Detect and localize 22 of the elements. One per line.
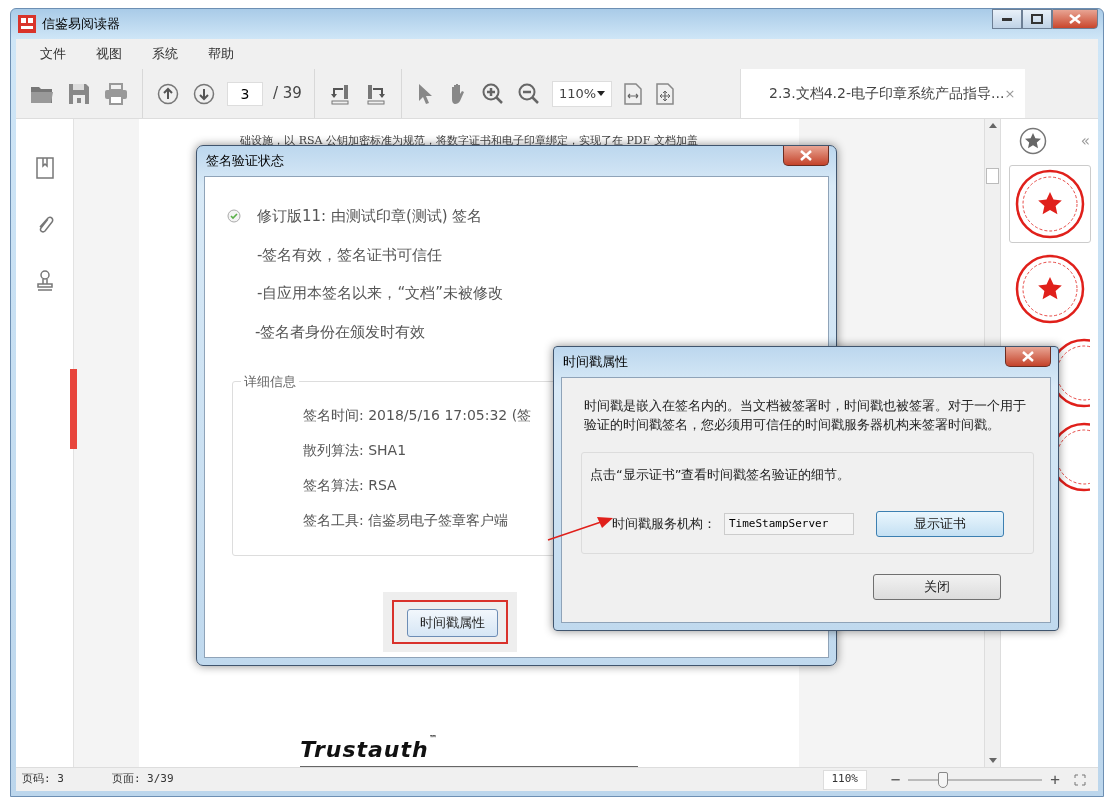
detail-line: 散列算法: SHA1	[303, 441, 407, 460]
detail-line: 签名算法: RSA	[303, 476, 397, 495]
detail-line: 签名工具: 信鉴易电子签章客户端	[303, 511, 509, 530]
dialog-title: 时间戳属性	[563, 353, 628, 372]
authority-label: 时间戳服务机构：	[612, 514, 716, 533]
signature-summary: 修订版11: 由测试印章(测试) 签名	[257, 206, 483, 227]
status-line: -签名者身份在颁发时有效	[254, 321, 427, 343]
window-title: 信鉴易阅读器	[42, 15, 120, 34]
description-text: 时间戳是嵌入在签名内的。当文档被签署时，时间戳也被签署。对于一个用于验证的时间戳签名，您必须用可信任的时间戳服务器机构来签署时间戳。	[584, 397, 1027, 434]
page-total: / 39	[273, 83, 302, 105]
page-number: 页码: 3	[22, 771, 64, 788]
logo-text: Trustauth	[300, 736, 429, 764]
status-line: -签名有效，签名证书可信任	[256, 244, 444, 266]
detail-line: 签名时间: 2018/5/16 17:05:32 (签	[303, 406, 532, 425]
page-text: 础设施，以 RSA 公钥加密标准为规范，将数字证书和电子印章绑定，实现了在 PDF 文档加盖	[240, 133, 698, 149]
instruction-text: 点击“显示证书”查看时间戳签名验证的细节。	[590, 466, 852, 484]
dialog-title: 签名验证状态	[206, 152, 284, 171]
page-count: 页面: 3/39	[111, 771, 174, 788]
zoom-value: 110%	[558, 84, 597, 103]
status-line: -自应用本签名以来，“文档”未被修改	[256, 283, 504, 304]
zoom-field: 110%	[822, 769, 867, 790]
trademark-mark: ™	[428, 733, 438, 745]
